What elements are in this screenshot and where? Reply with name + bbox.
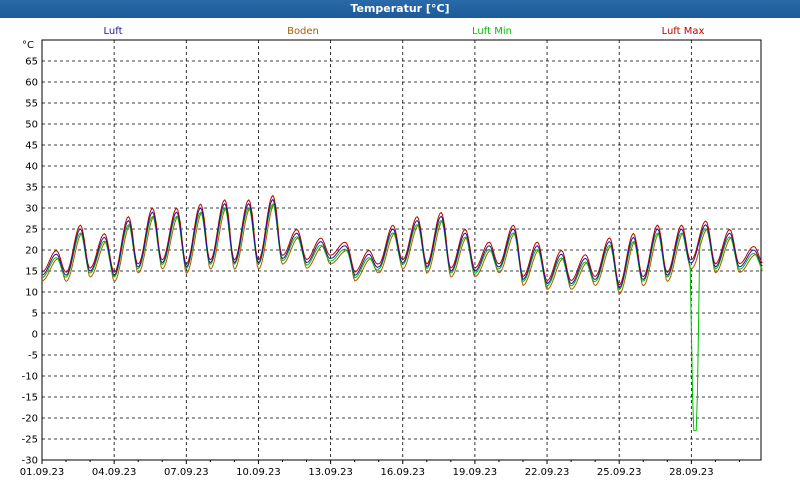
y-tick-label: -25: [22, 435, 38, 446]
temperature-chart: 65605550454035302520151050-5-10-15-20-25…: [20, 26, 763, 478]
y-tick-label: -15: [22, 393, 38, 404]
y-tick-label: 65: [25, 57, 38, 68]
x-tick-label: 16.09.23: [380, 467, 425, 478]
legend-boden: Boden: [287, 26, 319, 37]
x-tick-label: 01.09.23: [20, 467, 65, 478]
legend-luft-max: Luft Max: [662, 26, 705, 37]
y-tick-label: 30: [25, 204, 38, 215]
legend-luft-min: Luft Min: [472, 26, 512, 37]
x-tick-label: 04.09.23: [92, 467, 137, 478]
x-tick-label: 19.09.23: [453, 467, 498, 478]
x-axis: 01.09.23 04.09.23 07.09.23 10.09.23 13.09.23…: [20, 460, 740, 478]
x-tick-label: 25.09.23: [597, 467, 642, 478]
legend-luft: Luft: [104, 26, 123, 37]
y-tick-label: 20: [25, 246, 38, 257]
y-tick-label: 10: [25, 288, 38, 299]
y-tick-label: 0: [32, 330, 38, 341]
x-tick-label: 22.09.23: [525, 467, 570, 478]
y-tick-label: 35: [25, 183, 38, 194]
y-tick-label: 60: [25, 78, 38, 89]
y-axis: 65605550454035302520151050-5-10-15-20-25…: [22, 57, 38, 467]
x-tick-label: 13.09.23: [308, 467, 353, 478]
y-tick-label: 25: [25, 225, 38, 236]
y-tick-label: -5: [28, 351, 38, 362]
x-tick-label: 10.09.23: [236, 467, 281, 478]
y-tick-label: 45: [25, 141, 38, 152]
x-tick-label: 28.09.23: [669, 467, 714, 478]
y-tick-label: 15: [25, 267, 38, 278]
y-axis-label: °C: [22, 40, 34, 51]
y-tick-label: 40: [25, 162, 38, 173]
y-tick-label: -30: [22, 456, 38, 467]
y-tick-label: -10: [22, 372, 38, 383]
y-tick-label: 50: [25, 120, 38, 131]
y-tick-label: 5: [32, 309, 38, 320]
x-tick-label: 07.09.23: [164, 467, 209, 478]
y-tick-label: 55: [25, 99, 38, 110]
window-title: Temperatur [°C]: [0, 0, 800, 18]
y-tick-label: -20: [22, 414, 38, 425]
